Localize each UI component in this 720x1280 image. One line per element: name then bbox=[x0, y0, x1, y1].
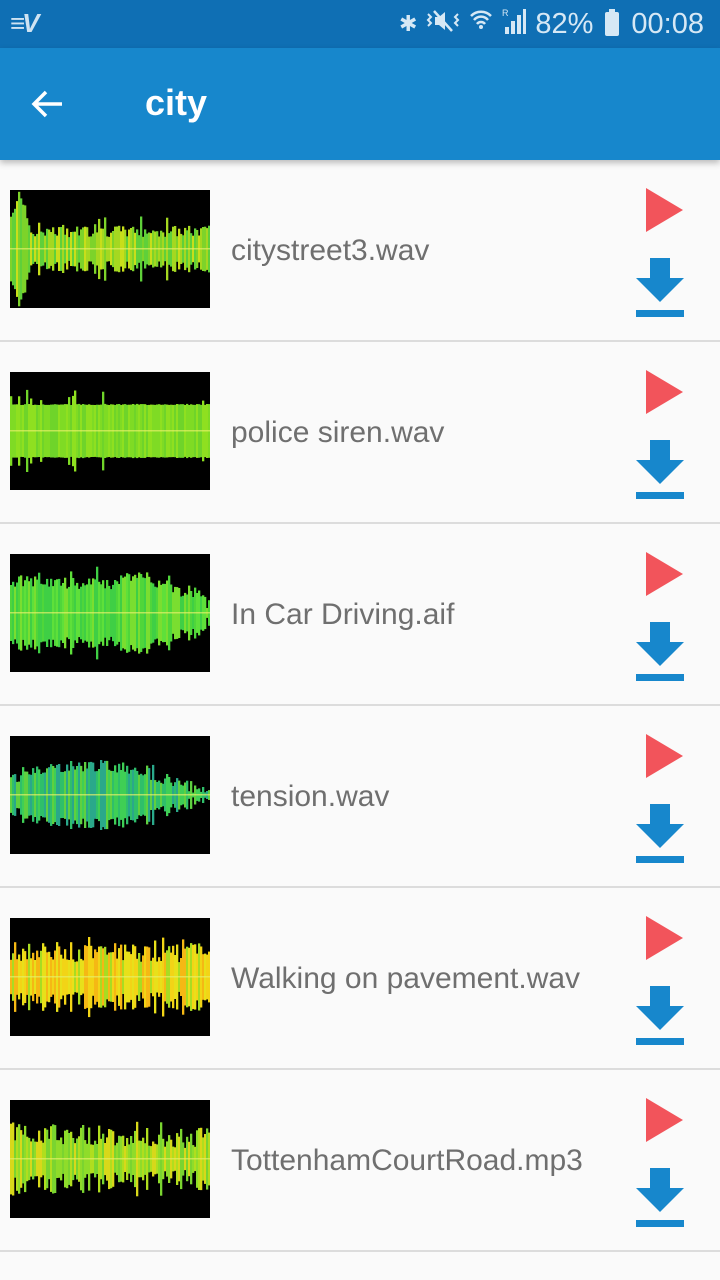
status-bar: ≡V ✱ R 82% 00:08 bbox=[0, 0, 720, 48]
arrow-left-icon bbox=[31, 90, 62, 118]
download-button[interactable] bbox=[630, 620, 690, 684]
waveform-thumbnail bbox=[10, 190, 210, 308]
play-button[interactable] bbox=[638, 732, 688, 782]
download-icon bbox=[636, 622, 684, 681]
play-button[interactable] bbox=[638, 550, 688, 600]
waveform-graphic bbox=[10, 1121, 210, 1197]
play-icon bbox=[646, 1098, 683, 1142]
download-icon bbox=[636, 986, 684, 1045]
sound-filename: police siren.wav bbox=[231, 416, 445, 449]
svg-text:R: R bbox=[502, 8, 509, 18]
play-button[interactable] bbox=[638, 368, 688, 418]
battery-icon bbox=[605, 9, 620, 36]
waveform-centerline bbox=[10, 248, 210, 250]
waveform-centerline bbox=[10, 794, 210, 796]
download-icon bbox=[636, 440, 684, 499]
list-item[interactable]: tension.wav bbox=[0, 706, 720, 888]
play-icon bbox=[646, 552, 683, 596]
waveform-graphic bbox=[10, 191, 210, 307]
play-icon bbox=[646, 188, 683, 232]
download-icon bbox=[636, 1168, 684, 1227]
sound-filename: tension.wav bbox=[231, 780, 390, 813]
list-item[interactable]: In Car Driving.aif bbox=[0, 524, 720, 706]
signal-roaming-icon: R bbox=[501, 7, 527, 41]
waveform-thumbnail bbox=[10, 372, 210, 490]
clock: 00:08 bbox=[631, 7, 704, 40]
waveform-centerline bbox=[10, 1158, 210, 1160]
sound-filename: citystreet3.wav bbox=[231, 234, 430, 267]
expressvpn-icon: ≡V bbox=[10, 8, 39, 38]
waveform-thumbnail bbox=[10, 736, 210, 854]
play-button[interactable] bbox=[638, 914, 688, 964]
download-icon bbox=[636, 804, 684, 863]
waveform-centerline bbox=[10, 976, 210, 978]
download-button[interactable] bbox=[630, 802, 690, 866]
battery-percent: 82% bbox=[535, 7, 594, 40]
back-button[interactable] bbox=[28, 84, 68, 124]
download-button[interactable] bbox=[630, 984, 690, 1048]
download-button[interactable] bbox=[630, 1166, 690, 1230]
list-item[interactable]: TottenhamCourtRoad.mp3 bbox=[0, 1070, 720, 1252]
waveform-centerline bbox=[10, 430, 210, 432]
list-item[interactable]: police siren.wav bbox=[0, 342, 720, 524]
waveform-thumbnail bbox=[10, 1100, 210, 1218]
app-bar: city bbox=[0, 48, 720, 160]
sound-filename: In Car Driving.aif bbox=[231, 598, 455, 631]
wifi-icon bbox=[469, 8, 493, 40]
waveform-graphic bbox=[10, 760, 210, 830]
page-title: city bbox=[145, 82, 208, 123]
vibrate-mute-icon bbox=[425, 8, 461, 40]
sound-list: citystreet3.wav police siren.wav In Car … bbox=[0, 160, 720, 1252]
download-button[interactable] bbox=[630, 438, 690, 502]
play-icon bbox=[646, 734, 683, 778]
download-button[interactable] bbox=[630, 256, 690, 320]
waveform-graphic bbox=[10, 566, 210, 660]
list-item[interactable]: citystreet3.wav bbox=[0, 160, 720, 342]
list-item[interactable]: Walking on pavement.wav bbox=[0, 888, 720, 1070]
play-button[interactable] bbox=[638, 186, 688, 236]
status-icons: ✱ R 82% 00:08 bbox=[399, 0, 704, 48]
play-icon bbox=[646, 370, 683, 414]
download-icon bbox=[636, 258, 684, 317]
waveform-thumbnail bbox=[10, 554, 210, 672]
waveform-thumbnail bbox=[10, 918, 210, 1036]
waveform-graphic bbox=[10, 389, 210, 472]
play-button[interactable] bbox=[638, 1096, 688, 1146]
sound-filename: TottenhamCourtRoad.mp3 bbox=[231, 1144, 583, 1177]
play-icon bbox=[646, 916, 683, 960]
sound-filename: Walking on pavement.wav bbox=[231, 962, 581, 995]
waveform-graphic bbox=[10, 937, 210, 1018]
bluetooth-icon: ✱ bbox=[398, 11, 418, 36]
waveform-centerline bbox=[10, 612, 210, 614]
